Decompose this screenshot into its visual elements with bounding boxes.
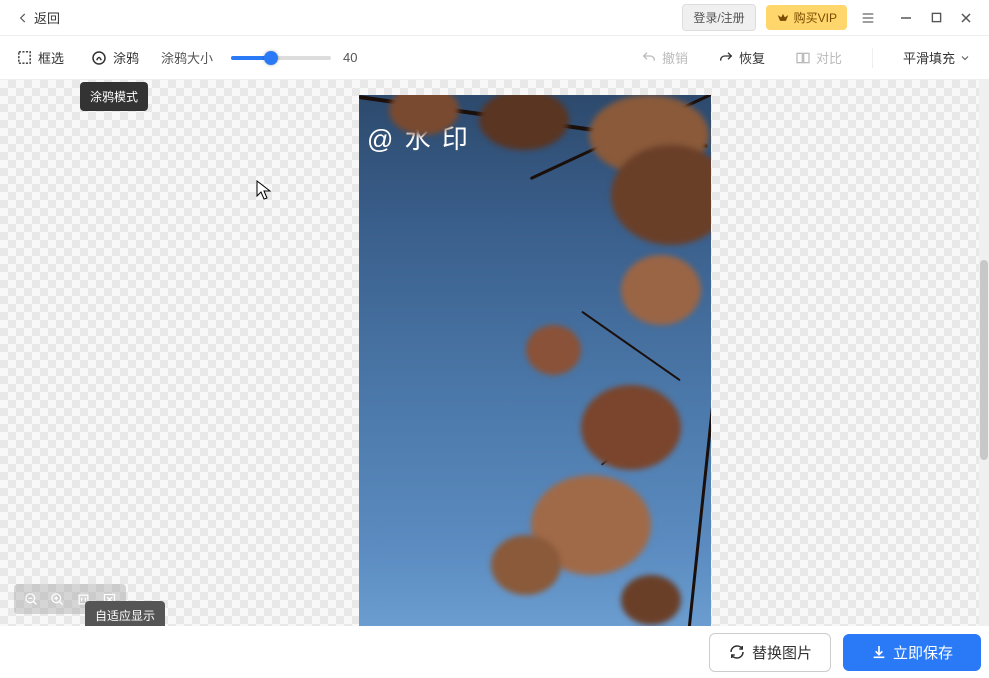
action-bar: 替换图片 立即保存 bbox=[0, 626, 989, 678]
back-label: 返回 bbox=[34, 8, 60, 27]
zoom-in-icon bbox=[50, 592, 65, 607]
scrollbar-thumb[interactable] bbox=[980, 260, 988, 460]
vip-crown-icon bbox=[776, 11, 790, 25]
undo-label: 撤销 bbox=[662, 48, 688, 67]
redo-button[interactable]: 恢复 bbox=[712, 44, 771, 71]
brush-size-control: 40 bbox=[231, 50, 363, 65]
save-label: 立即保存 bbox=[893, 642, 953, 663]
back-button[interactable]: 返回 bbox=[8, 6, 68, 29]
minimize-button[interactable] bbox=[891, 0, 921, 36]
divider bbox=[872, 48, 873, 68]
chevron-down-icon bbox=[959, 52, 971, 64]
brush-icon bbox=[90, 49, 108, 67]
redo-icon bbox=[718, 50, 734, 66]
zoom-in-button[interactable] bbox=[46, 588, 68, 610]
brush-size-label: 涂鸦大小 bbox=[161, 48, 213, 67]
menu-button[interactable] bbox=[853, 0, 883, 36]
fit-screen-tooltip: 自适应显示 bbox=[85, 601, 165, 626]
compare-button[interactable]: 对比 bbox=[789, 44, 848, 71]
replace-icon bbox=[728, 643, 746, 661]
fill-mode-dropdown[interactable]: 平滑填充 bbox=[897, 44, 977, 71]
close-icon bbox=[960, 12, 972, 24]
titlebar: 返回 登录/注册 购买VIP bbox=[0, 0, 989, 36]
maximize-icon bbox=[931, 12, 942, 23]
download-icon bbox=[871, 644, 887, 660]
buy-vip-button[interactable]: 购买VIP bbox=[766, 5, 847, 30]
brush-tool[interactable]: 涂鸦 bbox=[86, 44, 143, 71]
save-button[interactable]: 立即保存 bbox=[843, 634, 981, 671]
vertical-scrollbar[interactable] bbox=[979, 80, 989, 626]
cursor-icon bbox=[256, 180, 272, 200]
replace-image-button[interactable]: 替换图片 bbox=[709, 633, 831, 672]
close-button[interactable] bbox=[951, 0, 981, 36]
window-controls bbox=[891, 0, 981, 36]
maximize-button[interactable] bbox=[921, 0, 951, 36]
brush-tooltip: 涂鸦模式 bbox=[80, 82, 148, 111]
vip-label: 购买VIP bbox=[794, 9, 837, 26]
replace-label: 替换图片 bbox=[752, 642, 812, 663]
compare-label: 对比 bbox=[816, 48, 842, 67]
arrow-left-icon bbox=[16, 11, 30, 25]
minimize-icon bbox=[900, 12, 912, 24]
slider-thumb[interactable] bbox=[264, 51, 278, 65]
undo-icon bbox=[641, 50, 657, 66]
hamburger-icon bbox=[860, 10, 876, 26]
redo-label: 恢复 bbox=[739, 48, 765, 67]
box-select-icon bbox=[16, 49, 33, 66]
toolbar: 框选 涂鸦 涂鸦大小 40 撤销 恢复 对比 平滑填充 涂鸦模式 bbox=[0, 36, 989, 80]
brush-label: 涂鸦 bbox=[113, 48, 139, 67]
brush-size-slider[interactable] bbox=[231, 56, 331, 60]
zoom-out-button[interactable] bbox=[20, 588, 42, 610]
brush-size-value: 40 bbox=[343, 50, 363, 65]
login-register-button[interactable]: 登录/注册 bbox=[682, 4, 755, 31]
fill-mode-label: 平滑填充 bbox=[903, 48, 955, 67]
image-content: @ 水 印 bbox=[359, 95, 711, 626]
undo-button[interactable]: 撤销 bbox=[635, 44, 694, 71]
compare-icon bbox=[795, 50, 811, 66]
zoom-out-icon bbox=[24, 592, 39, 607]
image-preview: @ 水 印 bbox=[359, 95, 711, 626]
canvas-area[interactable]: @ 水 印 bbox=[0, 80, 989, 626]
box-select-label: 框选 bbox=[38, 48, 64, 67]
box-select-tool[interactable]: 框选 bbox=[12, 44, 68, 71]
